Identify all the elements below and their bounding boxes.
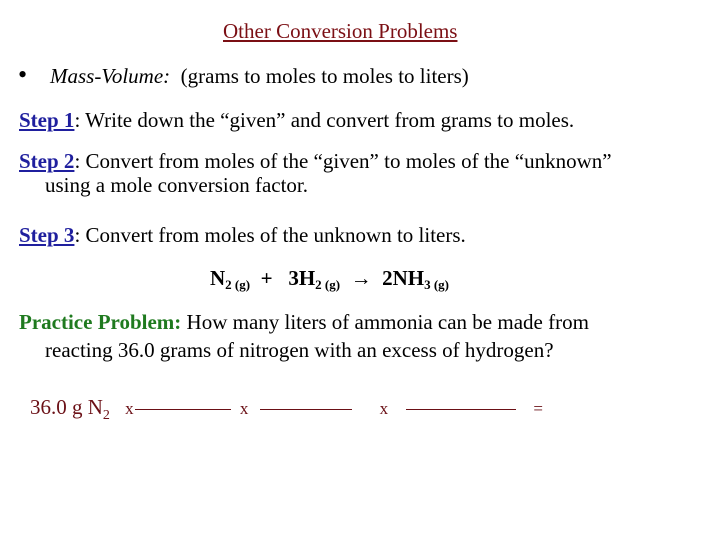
chemical-equation: N2 (g) + 3H2 (g) → 2NH3 (g) xyxy=(210,266,449,293)
step-2: Step 2: Convert from moles of the “given… xyxy=(19,149,612,174)
given-quantity: 36.0 g N2 xyxy=(30,395,110,423)
step-3-text: : Convert from moles of the unknown to l… xyxy=(74,223,466,247)
practice-label: Practice Problem: xyxy=(19,310,182,334)
reactant-h2: 3H2 (g) xyxy=(288,266,341,292)
practice-problem: Practice Problem: How many liters of amm… xyxy=(19,310,589,335)
mass-volume-label: Mass-Volume: xyxy=(50,64,171,88)
product-nh3: 2NH3 (g) xyxy=(382,266,449,292)
mass-volume-line: Mass-Volume: (grams to moles to moles to… xyxy=(50,64,469,89)
times-1: x xyxy=(125,399,134,418)
step-2-label[interactable]: Step 2 xyxy=(19,149,74,173)
equals-sign: = xyxy=(533,399,544,418)
bullet-icon: • xyxy=(18,60,28,89)
practice-continuation: reacting 36.0 grams of nitrogen with an … xyxy=(45,338,554,362)
step-1-label[interactable]: Step 1 xyxy=(19,108,74,132)
mass-volume-text: (grams to moles to moles to liters) xyxy=(180,64,469,88)
reactant-n2: N2 (g) xyxy=(210,266,251,292)
step-3: Step 3: Convert from moles of the unknow… xyxy=(19,223,466,248)
blank-2[interactable] xyxy=(260,408,353,411)
step-2-continuation: using a mole conversion factor. xyxy=(45,173,309,197)
step-1: Step 1: Write down the “given” and conve… xyxy=(19,108,574,133)
arrow-icon: → xyxy=(350,266,372,290)
slide-title: Other Conversion Problems xyxy=(223,19,458,43)
practice-text: How many liters of ammonia can be made f… xyxy=(181,310,589,334)
step-2-text: : Convert from moles of the “given” to m… xyxy=(74,149,612,173)
step-3-label[interactable]: Step 3 xyxy=(19,223,74,247)
plus-sign: + xyxy=(260,266,273,290)
times-2: x xyxy=(239,399,249,418)
blank-3[interactable] xyxy=(406,408,517,411)
blank-1[interactable] xyxy=(134,408,231,411)
calculation-line: 36.0 g N2 x x x = xyxy=(30,395,543,424)
step-1-text: : Write down the “given” and convert fro… xyxy=(74,108,575,132)
times-3: x xyxy=(379,399,389,418)
